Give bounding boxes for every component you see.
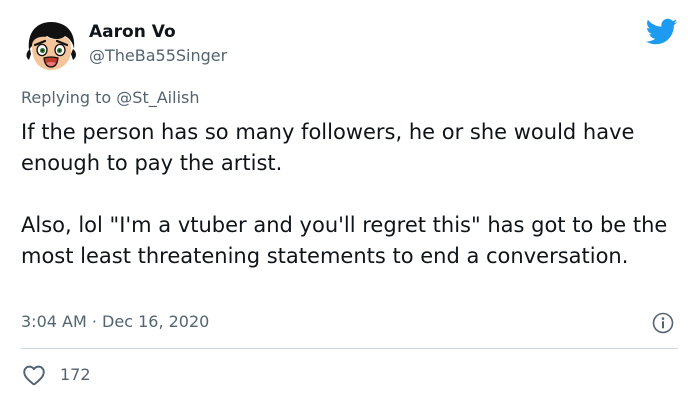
author-display-name[interactable]: Aaron Vo [89, 21, 176, 43]
timestamp-separator: · [86, 312, 103, 331]
tweet-time: 3:04 AM [21, 312, 87, 331]
tweet-timestamp[interactable]: 3:04 AM · Dec 16, 2020 [21, 311, 209, 333]
like-count: 172 [60, 365, 91, 384]
twitter-bird-icon[interactable] [645, 18, 678, 46]
tweet-body: If the person has so many followers, he … [21, 117, 681, 272]
avatar-image [21, 16, 81, 76]
info-icon[interactable] [652, 312, 674, 334]
author-handle[interactable]: @TheBa55Singer [89, 45, 227, 67]
replying-to-label: Replying to [21, 88, 117, 107]
tweet-paragraph: If the person has so many followers, he … [21, 120, 635, 175]
avatar[interactable] [21, 16, 81, 76]
heart-icon [23, 365, 45, 386]
tweet-paragraph: Also, lol "I'm a vtuber and you'll regre… [21, 213, 668, 268]
divider [21, 348, 678, 349]
replying-to-line: Replying to @St_Ailish [21, 87, 199, 109]
like-button[interactable]: 172 [21, 361, 91, 389]
tweet-card: Aaron Vo @TheBa55Singer Replying to @St_… [0, 0, 700, 402]
reply-mention-link[interactable]: @St_Ailish [116, 88, 199, 107]
tweet-date: Dec 16, 2020 [102, 312, 210, 331]
